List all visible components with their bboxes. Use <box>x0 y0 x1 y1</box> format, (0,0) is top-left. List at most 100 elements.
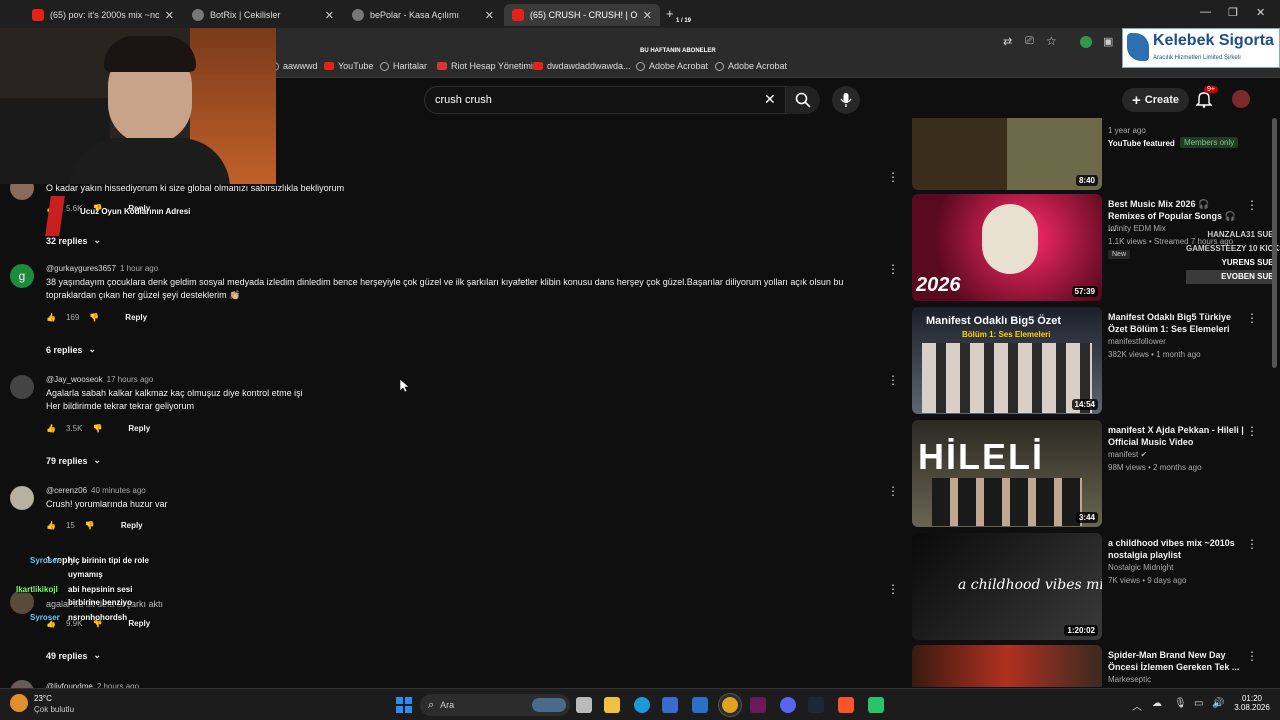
reply-button[interactable]: Reply <box>125 313 147 322</box>
extensions-icon[interactable]: ▣ <box>1103 35 1113 48</box>
video-card[interactable]: a childhood vibes mix 1:20:02 a childhoo… <box>912 533 1272 641</box>
close-icon[interactable]: ✕ <box>165 9 174 22</box>
task-view-icon[interactable] <box>576 697 592 713</box>
maximize-icon[interactable]: ❐ <box>1228 6 1238 19</box>
comment-time[interactable]: 17 hours ago <box>107 375 154 384</box>
file-explorer-icon[interactable] <box>604 697 620 713</box>
like-icon[interactable]: 👍 <box>46 313 56 322</box>
tab-3[interactable]: bePolar - Kasa Açılımı ✕ <box>344 4 502 26</box>
taskbar-search[interactable]: ⌕ Ara <box>420 694 570 716</box>
notifications-button[interactable]: 9+ <box>1195 86 1218 111</box>
video-thumbnail[interactable]: 2026 57:39 <box>912 194 1102 301</box>
dislike-icon[interactable]: 👎 <box>89 313 99 322</box>
clock[interactable]: 01:20 3.08.2026 <box>1232 694 1272 712</box>
comment-time[interactable]: 1 hour ago <box>120 264 158 273</box>
video-card[interactable]: 8:40 1 year ago YouTube featured Members… <box>912 118 1272 190</box>
more-options-icon[interactable]: ⋮ <box>887 484 899 498</box>
windows-start-icon[interactable] <box>396 697 412 713</box>
replies-toggle[interactable]: 79 replies ⌄ <box>46 455 101 466</box>
dislike-icon[interactable]: 👎 <box>92 424 102 433</box>
like-icon[interactable]: 👍 <box>46 424 56 433</box>
create-button[interactable]: + Create <box>1122 88 1190 112</box>
bookmark-item[interactable]: Haritalar <box>380 61 427 71</box>
avatar[interactable] <box>1232 90 1250 108</box>
more-options-icon[interactable]: ⋮ <box>1246 424 1258 438</box>
app-icon[interactable] <box>750 697 766 713</box>
close-window-icon[interactable]: ✕ <box>1256 6 1265 19</box>
video-channel[interactable]: manifest <box>1108 450 1138 459</box>
bookmark-item[interactable]: dwdawdaddwawda... <box>533 61 631 71</box>
close-icon[interactable]: ✕ <box>643 9 652 22</box>
brave-icon[interactable] <box>838 697 854 713</box>
voice-search-button[interactable] <box>832 86 860 114</box>
comment-author[interactable]: @gurkaygures3657 <box>46 264 116 273</box>
video-card[interactable]: Spider-Man Brand New Day Öncesi İzlemen … <box>912 645 1272 687</box>
translate-icon[interactable]: ⇄ <box>1003 35 1012 48</box>
mail-icon[interactable] <box>692 697 708 713</box>
avatar[interactable]: g <box>10 264 34 288</box>
replies-toggle[interactable]: 49 replies ⌄ <box>46 650 101 661</box>
minimize-icon[interactable]: — <box>1200 6 1211 18</box>
new-tab-button[interactable]: + <box>666 6 674 21</box>
discord-icon[interactable] <box>780 697 796 713</box>
dislike-icon[interactable]: 👎 <box>85 521 95 530</box>
video-title[interactable]: manifest X Ajda Pekkan - Hileli | Offici… <box>1108 424 1244 448</box>
video-title[interactable]: Spider-Man Brand New Day Öncesi İzlemen … <box>1108 649 1244 673</box>
more-options-icon[interactable]: ⋮ <box>1246 198 1258 212</box>
more-options-icon[interactable]: ⋮ <box>1246 649 1258 663</box>
edge-icon[interactable] <box>634 697 650 713</box>
more-options-icon[interactable]: ⋮ <box>1246 537 1258 551</box>
video-thumbnail[interactable]: a childhood vibes mix 1:20:02 <box>912 533 1102 640</box>
clear-search-icon[interactable]: ✕ <box>764 91 776 108</box>
chevron-up-icon[interactable]: ︿ <box>1132 698 1142 713</box>
video-thumbnail[interactable]: HİLELİ 3:44 <box>912 420 1102 527</box>
bookmark-item[interactable]: aawwwd <box>270 61 318 71</box>
video-channel[interactable]: Infinity EDM Mix <box>1108 224 1166 233</box>
store-icon[interactable] <box>662 697 678 713</box>
replies-toggle[interactable]: 32 replies ⌄ <box>46 235 101 246</box>
bookmark-item[interactable]: YouTube <box>324 61 373 71</box>
more-options-icon[interactable]: ⋮ <box>1246 311 1258 325</box>
app-icon[interactable] <box>868 697 884 713</box>
search-input[interactable]: crush crush <box>424 86 786 114</box>
bookmark-item[interactable]: Riot Hesap Yönetimi <box>437 61 533 71</box>
comment-time[interactable]: 40 minutes ago <box>91 486 146 495</box>
display-icon[interactable]: ▭ <box>1194 698 1203 709</box>
cloud-icon[interactable]: ☁ <box>1152 698 1162 709</box>
more-options-icon[interactable]: ⋮ <box>887 262 899 276</box>
video-card[interactable]: HİLELİ 3:44 manifest X Ajda Pekkan - Hil… <box>912 420 1272 528</box>
chrome-icon[interactable] <box>722 697 738 713</box>
comment-author[interactable]: @Jay_wooseok <box>46 375 103 384</box>
cast-icon[interactable]: ⎚ <box>1025 35 1034 48</box>
tab-1[interactable]: (65) pov: it's 2000s mix ~nostal ✕ <box>24 4 182 26</box>
microphone-icon[interactable]: 🎙 <box>1174 698 1187 709</box>
video-thumbnail[interactable]: 8:40 <box>912 118 1102 190</box>
video-channel[interactable]: Markeseptic <box>1108 675 1151 684</box>
bookmark-item[interactable]: Adobe Acrobat <box>636 61 708 71</box>
more-options-icon[interactable]: ⋮ <box>887 373 899 387</box>
more-options-icon[interactable]: ⋮ <box>887 170 899 184</box>
video-channel[interactable]: Nostalgic Midnight <box>1108 563 1173 572</box>
reply-button[interactable]: Reply <box>128 424 150 433</box>
video-channel[interactable]: YouTube featured <box>1108 139 1175 148</box>
avatar[interactable] <box>10 375 34 399</box>
video-card[interactable]: Manifest Odaklı Big5 Özet Bölüm 1: Ses E… <box>912 307 1272 415</box>
tab-4-active[interactable]: (65) CRUSH - CRUSH! | Official M ✕ <box>504 4 660 26</box>
steam-icon[interactable] <box>808 697 824 713</box>
bookmark-star-icon[interactable]: ☆ <box>1046 34 1057 48</box>
video-thumbnail[interactable] <box>912 645 1102 687</box>
close-icon[interactable]: ✕ <box>325 9 334 22</box>
replies-toggle[interactable]: 6 replies ⌄ <box>46 344 96 355</box>
video-channel[interactable]: manifestfollower <box>1108 337 1166 346</box>
reply-button[interactable]: Reply <box>128 619 150 628</box>
extension-icon[interactable] <box>1080 36 1092 48</box>
search-button[interactable] <box>786 86 820 114</box>
close-icon[interactable]: ✕ <box>485 9 494 22</box>
comment-author[interactable]: @cerenz06 <box>46 486 87 495</box>
weather-temp[interactable]: 23°C <box>34 694 52 703</box>
video-title[interactable]: a childhood vibes mix ~2010s nostalgia p… <box>1108 537 1244 561</box>
scrollbar[interactable] <box>1272 118 1277 368</box>
bookmark-item[interactable]: Adobe Acrobat <box>715 61 787 71</box>
reply-button[interactable]: Reply <box>121 521 143 530</box>
more-options-icon[interactable]: ⋮ <box>887 582 899 596</box>
